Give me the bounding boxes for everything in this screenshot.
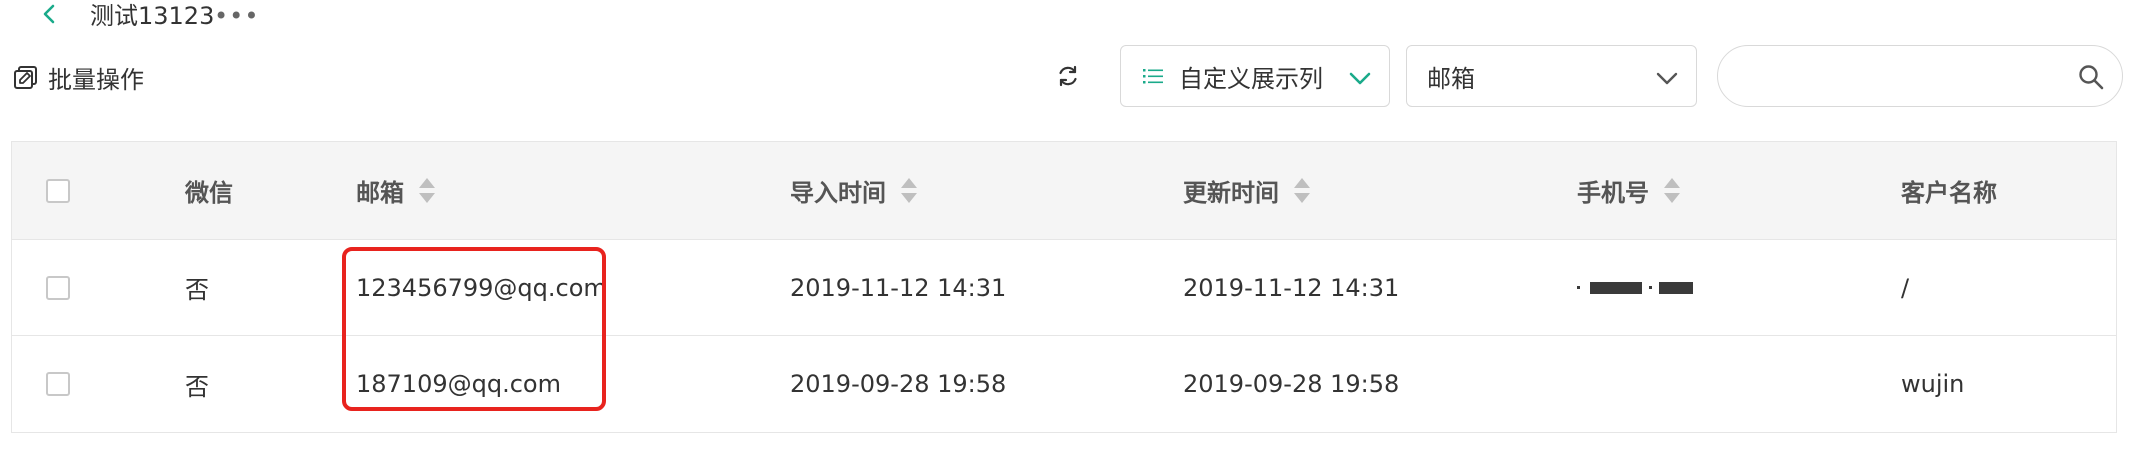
column-header-phone: 手机号 [1577, 179, 1649, 207]
customer-name-value: wujin [1901, 370, 1965, 398]
column-header-customer-name: 客户名称 [1901, 179, 1997, 207]
search-icon[interactable] [2076, 62, 2106, 92]
batch-edit-icon [14, 66, 37, 89]
custom-columns-dropdown[interactable]: 自定义展示列 [1120, 45, 1390, 107]
update-time-value: 2019-09-28 19:58 [1183, 370, 1400, 398]
more-icon[interactable]: ••• [214, 2, 259, 30]
row-checkbox[interactable] [46, 275, 70, 300]
column-header-update-time: 更新时间 [1183, 179, 1279, 207]
sort-icon[interactable] [1663, 176, 1681, 206]
column-header-import-time: 导入时间 [790, 179, 886, 207]
batch-operation-button[interactable]: 批量操作 [13, 60, 144, 94]
search-box [1717, 45, 2123, 107]
table-row[interactable]: 否 187109@qq.com 2019-09-28 19:58 2019-09… [12, 336, 2116, 432]
chevron-down-icon [1349, 72, 1371, 85]
column-header-wechat: 微信 [185, 179, 233, 207]
import-time-value: 2019-09-28 19:58 [790, 370, 1007, 398]
search-input[interactable] [1740, 56, 2054, 98]
row-checkbox[interactable] [46, 372, 70, 396]
customer-table: 微信 邮箱 导入时间 更新时间 手机号 客户名称 否 123456799@qq.… [11, 141, 2117, 433]
sort-icon[interactable] [1293, 176, 1311, 206]
list-icon [1143, 69, 1163, 84]
customer-name-value: / [1901, 273, 1910, 302]
redacted-phone-value [1577, 281, 1693, 294]
sort-icon[interactable] [418, 176, 436, 206]
table-row[interactable]: 否 123456799@qq.com 2019-11-12 14:31 2019… [12, 240, 2116, 336]
import-time-value: 2019-11-12 14:31 [790, 273, 1007, 302]
top-bar: 测试13123 ••• [0, 0, 2130, 34]
update-time-value: 2019-11-12 14:31 [1183, 273, 1400, 302]
select-all-checkbox[interactable] [46, 178, 70, 203]
back-arrow-icon[interactable] [38, 2, 62, 26]
chevron-down-icon [1656, 72, 1678, 85]
email-value: 123456799@qq.com [356, 273, 607, 302]
sort-icon[interactable] [900, 176, 918, 206]
wechat-value: 否 [185, 372, 209, 401]
custom-columns-label: 自定义展示列 [1179, 64, 1323, 93]
search-field-value: 邮箱 [1427, 64, 1475, 93]
batch-operation-label: 批量操作 [48, 65, 144, 94]
email-value: 187109@qq.com [356, 370, 561, 398]
page-title: 测试13123 [90, 2, 215, 30]
wechat-value: 否 [185, 276, 209, 304]
search-field-select[interactable]: 邮箱 [1406, 45, 1697, 107]
column-header-email: 邮箱 [356, 179, 404, 207]
table-header: 微信 邮箱 导入时间 更新时间 手机号 客户名称 [12, 142, 2116, 240]
refresh-icon[interactable] [1054, 62, 1082, 90]
